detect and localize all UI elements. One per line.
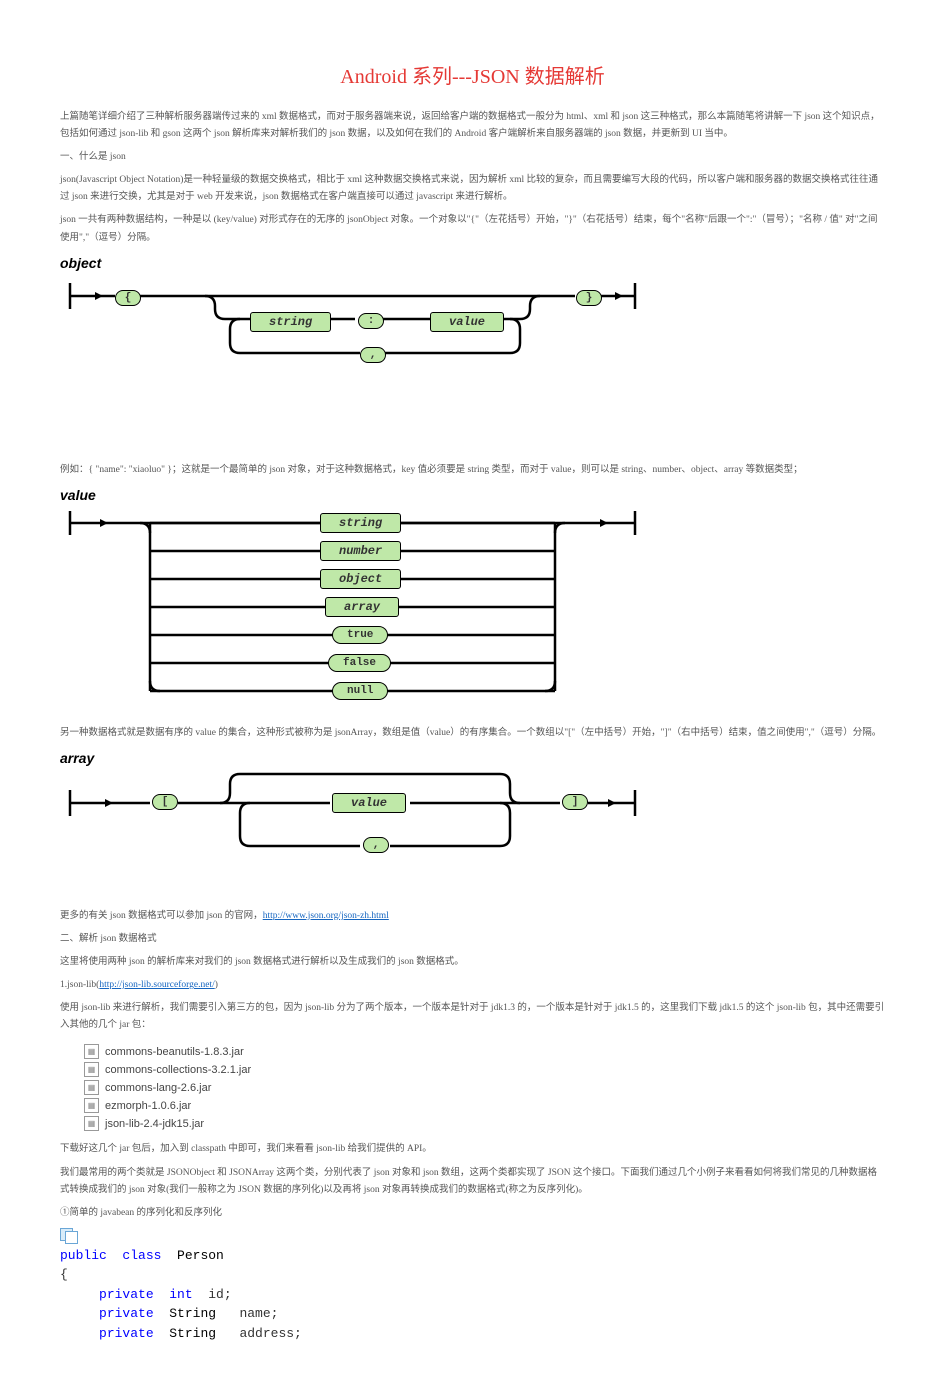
jar-list: ▦commons-beanutils-1.8.3.jar ▦commons-co… — [84, 1044, 885, 1131]
section-heading: 二、解析 json 数据格式 — [60, 931, 885, 948]
para: 1.json-lib(http://json-lib.sourceforge.n… — [60, 977, 885, 994]
section-heading: 一、什么是 json — [60, 149, 885, 166]
diagram-object-title: object — [60, 255, 885, 271]
value-opt-string: string — [320, 513, 401, 533]
rbracket-token: ] — [562, 794, 588, 810]
value-opt-array: array — [325, 597, 399, 617]
para: 我们最常用的两个类就是 JSONObject 和 JSONArray 这两个类，… — [60, 1165, 885, 1199]
diagram-array: [ value , ] — [60, 768, 645, 858]
jar-item: ▦commons-beanutils-1.8.3.jar — [84, 1044, 885, 1059]
jar-item: ▦ezmorph-1.0.6.jar — [84, 1098, 885, 1113]
jar-item: ▦commons-collections-3.2.1.jar — [84, 1062, 885, 1077]
json-org-link[interactable]: http://www.json.org/json-zh.html — [263, 911, 389, 921]
jsonlib-link[interactable]: http://json-lib.sourceforge.net/ — [99, 980, 214, 990]
diagram-array-title: array — [60, 750, 885, 766]
lbracket-token: [ — [152, 794, 178, 810]
array-comma-token: , — [363, 837, 389, 853]
lbrace-token: { — [115, 290, 141, 306]
jar-item: ▦commons-lang-2.6.jar — [84, 1080, 885, 1095]
diagram-value: string number object array true false nu… — [60, 505, 645, 711]
value-opt-false: false — [328, 654, 391, 672]
para: 使用 json-lib 来进行解析，我们需要引入第三方的包，因为 json-li… — [60, 1000, 885, 1034]
para: 这里将使用两种 json 的解析库来对我们的 json 数据格式进行解析以及生成… — [60, 954, 885, 971]
code-block: public class Person { private int id; pr… — [60, 1246, 885, 1344]
string-token: string — [250, 312, 331, 332]
para: json 一共有两种数据结构，一种是以 (key/value) 对形式存在的无序… — [60, 212, 885, 246]
intro-para: 上篇随笔详细介绍了三种解析服务器端传过来的 xml 数据格式，而对于服务器端来说… — [60, 109, 885, 143]
para: 另一种数据格式就是数据有序的 value 的集合，这种形式被称为是 jsonAr… — [60, 725, 885, 742]
value-token: value — [430, 312, 504, 332]
value-opt-number: number — [320, 541, 401, 561]
colon-token: : — [358, 313, 384, 329]
diagram-value-title: value — [60, 487, 885, 503]
jar-icon: ▦ — [84, 1044, 99, 1059]
copy-code-icon[interactable] — [60, 1228, 80, 1242]
para: 下载好这几个 jar 包后，加入到 classpath 中即可，我们来看看 js… — [60, 1141, 885, 1158]
value-opt-true: true — [332, 626, 388, 644]
array-value-token: value — [332, 793, 406, 813]
para: 例如：{ "name": "xiaoluo" }；这就是一个最简单的 json … — [60, 462, 885, 479]
para: json(Javascript Object Notation)是一种轻量级的数… — [60, 172, 885, 206]
jar-icon: ▦ — [84, 1116, 99, 1131]
para: ①简单的 javabean 的序列化和反序列化 — [60, 1205, 885, 1222]
diagram-object: { string : value , } — [60, 273, 645, 448]
page-title: Android 系列---JSON 数据解析 — [60, 60, 885, 89]
para: 更多的有关 json 数据格式可以参加 json 的官网，http://www.… — [60, 908, 885, 925]
value-opt-null: null — [332, 682, 388, 700]
jar-icon: ▦ — [84, 1062, 99, 1077]
jar-icon: ▦ — [84, 1080, 99, 1095]
rbrace-token: } — [576, 290, 602, 306]
comma-token: , — [360, 347, 386, 363]
jar-item: ▦json-lib-2.4-jdk15.jar — [84, 1116, 885, 1131]
jar-icon: ▦ — [84, 1098, 99, 1113]
value-opt-object: object — [320, 569, 401, 589]
